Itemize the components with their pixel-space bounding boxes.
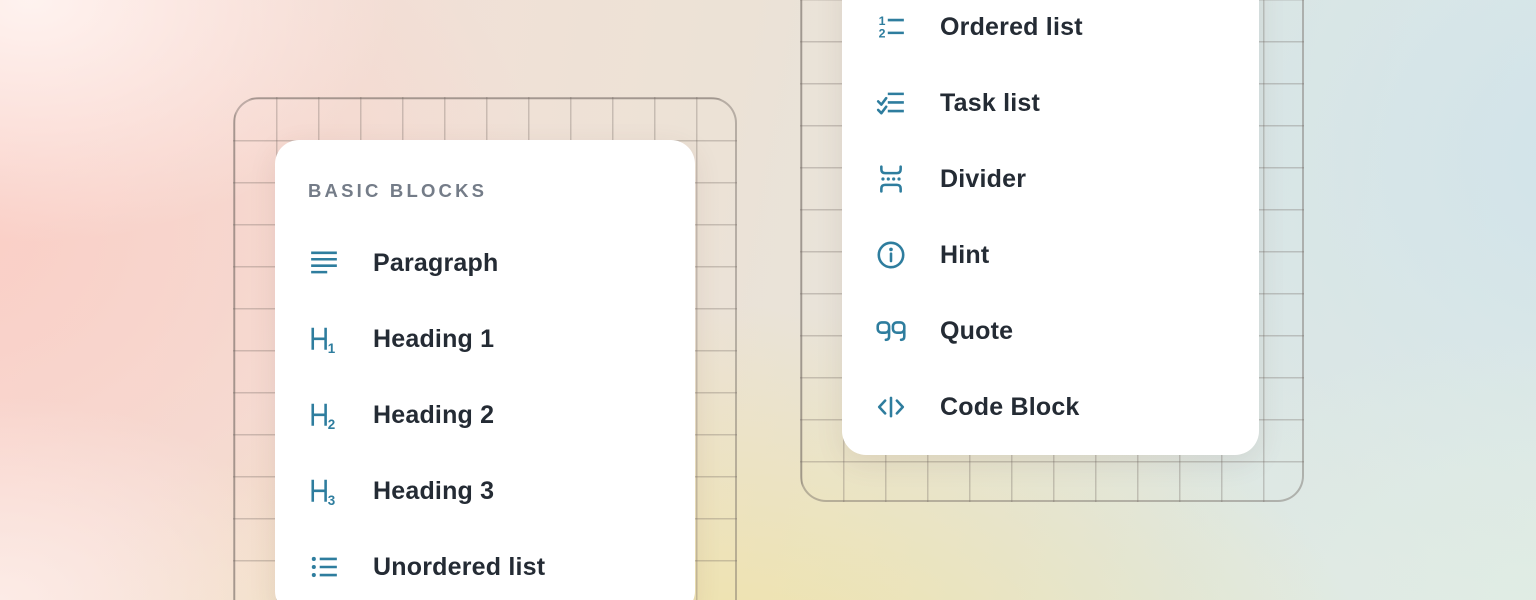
- svg-text:2: 2: [879, 27, 886, 41]
- menu-item-ordered-list[interactable]: 1 2 Ordered list: [842, 0, 1259, 65]
- paragraph-icon: [308, 247, 340, 279]
- divider-icon: [875, 163, 907, 195]
- menu-item-label: Hint: [940, 241, 989, 270]
- menu-item-code-block[interactable]: Code Block: [842, 369, 1259, 445]
- heading-1-icon: 1: [308, 323, 340, 355]
- heading-3-icon: 3: [308, 475, 340, 507]
- menu-item-heading-2[interactable]: 2 Heading 2: [275, 377, 695, 453]
- svg-text:1: 1: [328, 341, 336, 354]
- blocks-menu-continued: 1 2 Ordered list Task list: [842, 0, 1259, 455]
- menu-item-hint[interactable]: Hint: [842, 217, 1259, 293]
- menu-item-label: Task list: [940, 89, 1040, 118]
- code-block-icon: [875, 391, 907, 423]
- menu-item-label: Heading 3: [373, 477, 494, 506]
- menu-item-label: Unordered list: [373, 553, 545, 582]
- menu-item-divider[interactable]: Divider: [842, 141, 1259, 217]
- menu-item-label: Divider: [940, 165, 1026, 194]
- blocks-list: 1 2 Ordered list Task list: [842, 0, 1259, 445]
- section-heading: BASIC BLOCKS: [308, 180, 487, 202]
- menu-item-task-list[interactable]: Task list: [842, 65, 1259, 141]
- menu-item-heading-3[interactable]: 3 Heading 3: [275, 453, 695, 529]
- menu-item-label: Heading 2: [373, 401, 494, 430]
- menu-item-label: Paragraph: [373, 249, 498, 278]
- menu-item-label: Code Block: [940, 393, 1080, 422]
- heading-2-icon: 2: [308, 399, 340, 431]
- ordered-list-icon: 1 2: [875, 11, 907, 43]
- svg-text:2: 2: [328, 417, 335, 430]
- basic-blocks-menu: BASIC BLOCKS Paragraph 1 Heading 1: [275, 140, 695, 600]
- hero-background: BASIC BLOCKS Paragraph 1 Heading 1: [0, 0, 1536, 600]
- menu-item-heading-1[interactable]: 1 Heading 1: [275, 301, 695, 377]
- hint-icon: [875, 239, 907, 271]
- task-list-icon: [875, 87, 907, 119]
- menu-item-quote[interactable]: Quote: [842, 293, 1259, 369]
- menu-item-label: Heading 1: [373, 325, 494, 354]
- basic-blocks-list: Paragraph 1 Heading 1 2: [275, 225, 695, 600]
- menu-item-unordered-list[interactable]: Unordered list: [275, 529, 695, 600]
- svg-text:3: 3: [328, 493, 335, 506]
- unordered-list-icon: [308, 551, 340, 583]
- quote-icon: [875, 315, 907, 347]
- menu-item-label: Ordered list: [940, 13, 1083, 42]
- menu-item-label: Quote: [940, 317, 1013, 346]
- menu-item-paragraph[interactable]: Paragraph: [275, 225, 695, 301]
